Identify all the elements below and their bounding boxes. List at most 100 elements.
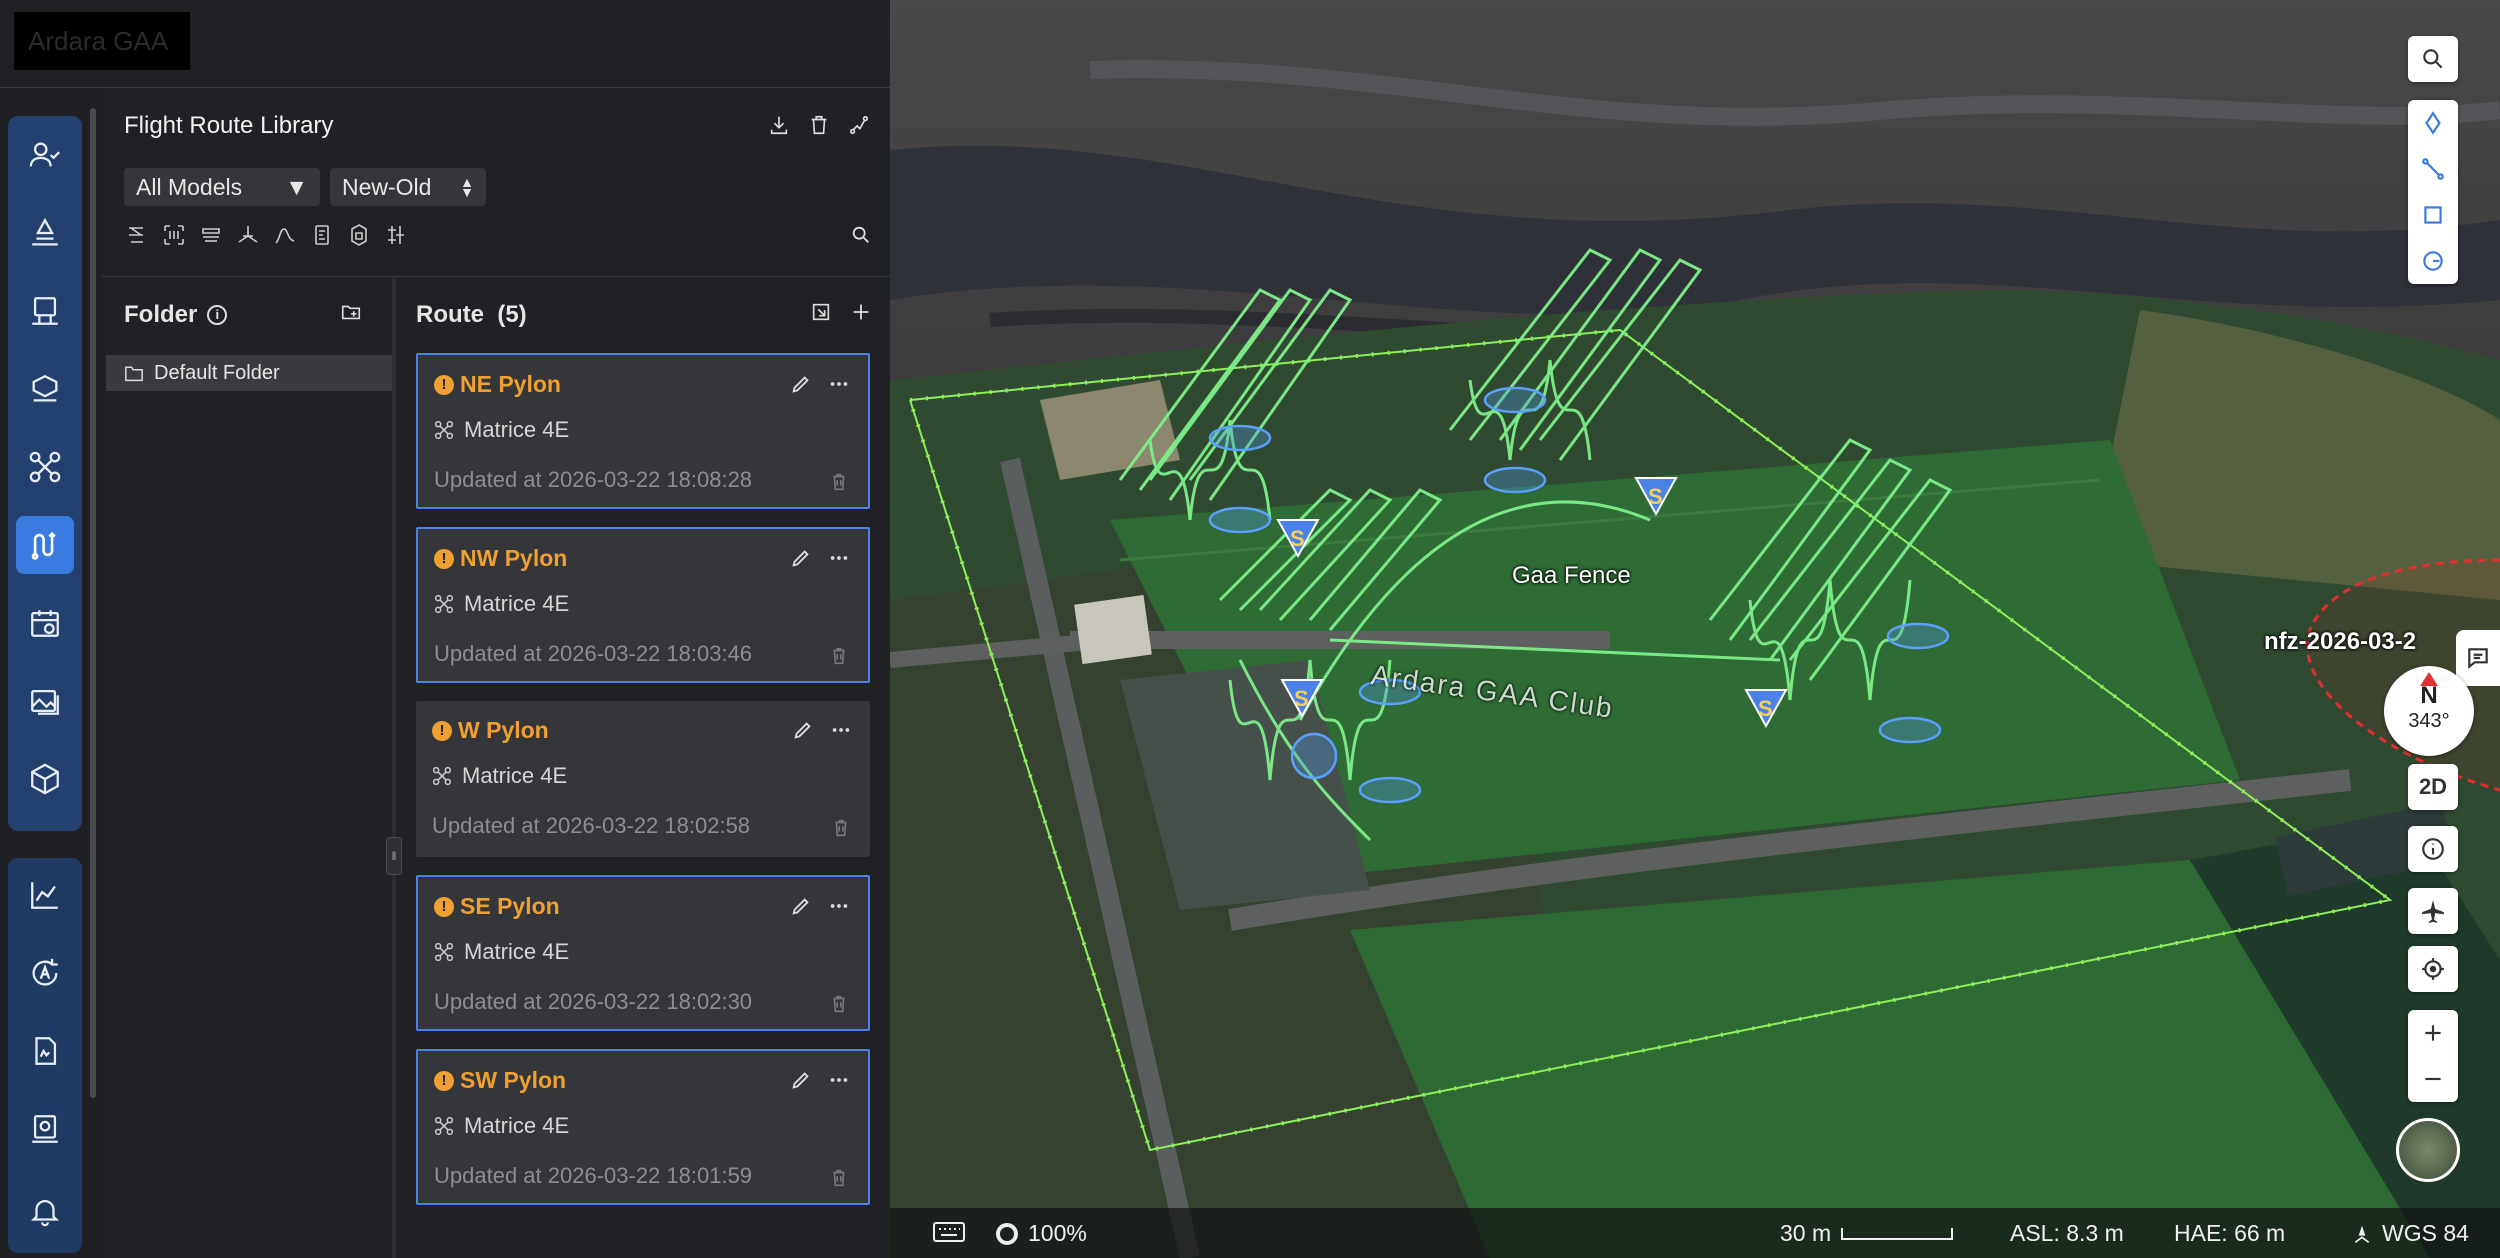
waypoint-route-icon[interactable]: [124, 222, 150, 248]
oblique-route-icon[interactable]: [235, 222, 261, 248]
search-icon[interactable]: [848, 222, 874, 248]
route-updated: Updated at 2026-03-22 18:02:58: [432, 813, 751, 838]
point-marker-icon[interactable]: [2408, 100, 2458, 146]
status-bar: 100% 30 m ASL: 8.3 m HAE: 66 m WGS 84: [890, 1208, 2500, 1258]
route-card[interactable]: ! NW Pylon Matrice 4E Updated at 2026-03-22…: [416, 527, 870, 683]
keyboard-icon[interactable]: [932, 1220, 966, 1244]
linear-route-icon[interactable]: [272, 222, 298, 248]
nfz-label[interactable]: nfz-2026-03-2: [2264, 628, 2416, 656]
drone-health-icon[interactable]: [16, 438, 74, 496]
route-model: Matrice 4E: [432, 763, 567, 789]
analytics-icon[interactable]: [16, 866, 74, 924]
polygon-draw-icon[interactable]: [2408, 192, 2458, 238]
edit-icon[interactable]: [788, 1067, 814, 1093]
route-model-text: Matrice 4E: [462, 763, 568, 788]
sort-order-select[interactable]: New-Old ▲ ▼: [330, 168, 486, 206]
strip-route-icon[interactable]: [198, 222, 224, 248]
aircraft-icon[interactable]: [2408, 888, 2458, 934]
more-icon[interactable]: [826, 371, 852, 397]
route-card[interactable]: ! NE Pylon Matrice 4E Updated at 2026-03-22…: [416, 353, 870, 509]
route-model: Matrice 4E: [434, 591, 569, 617]
folder-item-default[interactable]: Default Folder: [106, 355, 392, 391]
route-card[interactable]: ! SW Pylon Matrice 4E Updated at 2026-03-22…: [416, 1049, 870, 1205]
route-header-actions: [808, 299, 874, 325]
report-icon[interactable]: [16, 1022, 74, 1080]
media-icon[interactable]: [16, 672, 74, 730]
team-icon[interactable]: [16, 126, 74, 184]
zoom-in-icon[interactable]: [2408, 1010, 2458, 1056]
geofence-label[interactable]: Gaa Fence: [1512, 562, 1631, 590]
view-2d-button[interactable]: 2D: [2408, 764, 2458, 810]
annotation-icon[interactable]: [16, 204, 74, 262]
edit-icon[interactable]: [788, 893, 814, 919]
tower-route-icon[interactable]: [346, 222, 372, 248]
folder-header: Folder i: [124, 301, 228, 329]
rail-scrollbar[interactable]: [88, 96, 98, 1246]
route-card[interactable]: ! SE Pylon Matrice 4E Updated at 2026-03-22…: [416, 875, 870, 1031]
crs-value: WGS 84: [2382, 1220, 2469, 1246]
edit-icon[interactable]: [788, 545, 814, 571]
area-route-icon[interactable]: [161, 222, 187, 248]
map-search-icon[interactable]: [2408, 36, 2458, 82]
route-actions: [788, 371, 852, 397]
route-edit-icon[interactable]: [846, 112, 872, 138]
delete-icon[interactable]: [806, 112, 832, 138]
route-card[interactable]: ! W Pylon Matrice 4E Updated at 2026-03-22 …: [416, 701, 870, 857]
warning-icon: !: [432, 720, 452, 741]
more-icon[interactable]: [826, 1067, 852, 1093]
edit-icon[interactable]: [788, 371, 814, 397]
inspection-icon[interactable]: [16, 1100, 74, 1158]
flight-route-icon[interactable]: [16, 516, 74, 574]
edit-icon[interactable]: [790, 717, 816, 743]
scale-bar: [1841, 1227, 1954, 1240]
more-icon[interactable]: [828, 717, 854, 743]
org-name[interactable]: Ardara GAA: [14, 12, 190, 70]
route-name-text: W Pylon: [458, 717, 549, 743]
route-model-text: Matrice 4E: [464, 1113, 570, 1138]
column-resizer[interactable]: ‖: [386, 277, 402, 1258]
route-delete-icon[interactable]: [826, 1165, 852, 1191]
resize-handle[interactable]: ‖: [386, 837, 402, 875]
task-plan-icon[interactable]: [16, 594, 74, 652]
import-route-icon[interactable]: [808, 299, 834, 325]
route-actions: [790, 717, 854, 743]
info-icon[interactable]: i: [207, 305, 228, 325]
line-draw-icon[interactable]: [2408, 146, 2458, 192]
route-name: ! SW Pylon: [434, 1067, 566, 1094]
zoom-out-icon[interactable]: [2408, 1056, 2458, 1102]
info-icon[interactable]: [2408, 826, 2458, 872]
import-icon[interactable]: [766, 112, 792, 138]
route-delete-icon[interactable]: [826, 469, 852, 495]
satellite-map[interactable]: S S S S: [890, 0, 2500, 1258]
route-delete-icon[interactable]: [826, 991, 852, 1017]
rail-group-main: [8, 116, 82, 831]
chat-icon[interactable]: [2456, 630, 2500, 686]
route-delete-icon[interactable]: [826, 643, 852, 669]
geometry-route-icon[interactable]: [309, 222, 335, 248]
circle-draw-icon[interactable]: [2408, 238, 2458, 284]
auto-flight-icon[interactable]: [16, 944, 74, 1002]
facade-route-icon[interactable]: [383, 222, 409, 248]
model-icon[interactable]: [16, 360, 74, 418]
compass[interactable]: N 343°: [2384, 666, 2474, 756]
svg-text:S: S: [1290, 526, 1305, 551]
route-delete-icon[interactable]: [828, 815, 854, 841]
route-actions: [788, 1067, 852, 1093]
layer-switch-icon[interactable]: [2396, 1118, 2460, 1182]
notification-icon[interactable]: [16, 1182, 74, 1240]
locate-icon[interactable]: [2408, 946, 2458, 992]
model-filter-select[interactable]: All Models ▼: [124, 168, 320, 206]
model-3d-icon[interactable]: [16, 750, 74, 808]
more-icon[interactable]: [826, 893, 852, 919]
crs-indicator[interactable]: WGS 84: [2352, 1220, 2469, 1247]
svg-text:S: S: [1758, 696, 1773, 721]
top-bar: Ardara GAA: [0, 0, 890, 88]
search-tool: [2408, 36, 2458, 82]
add-route-icon[interactable]: [848, 299, 874, 325]
more-icon[interactable]: [826, 545, 852, 571]
add-folder-icon[interactable]: [338, 299, 364, 325]
map-view[interactable]: SS SS Gaa Fence Ardara GAA Club nfz-2026…: [890, 0, 2500, 1258]
asl-readout: ASL: 8.3 m: [2010, 1220, 2124, 1246]
crs-icon: [2354, 1225, 2370, 1243]
device-icon[interactable]: [16, 282, 74, 340]
